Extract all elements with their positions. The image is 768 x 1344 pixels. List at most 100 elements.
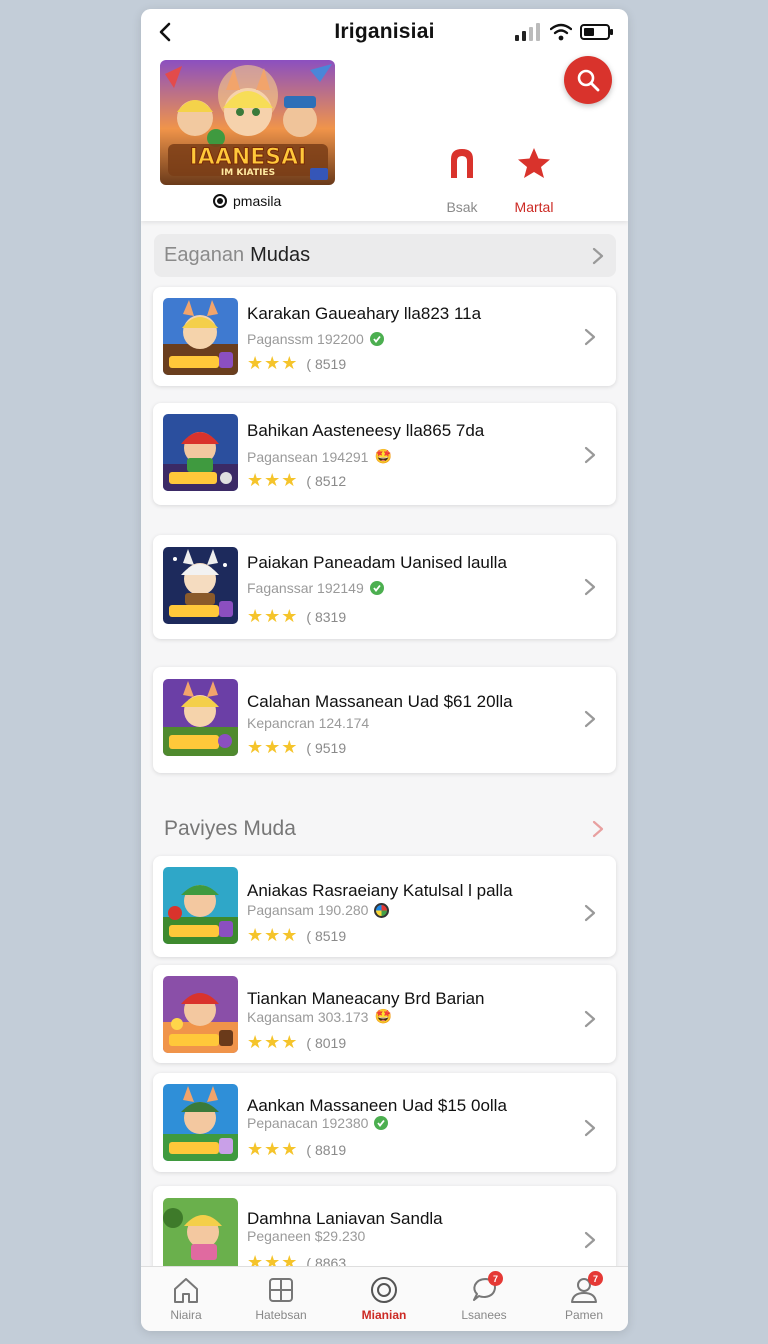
rating-count: ( 8519 (306, 355, 347, 372)
game-title: Karakan Gaueahary lla823 11a (247, 304, 482, 323)
game-subtitle: Pagansam 190.280 (247, 902, 390, 918)
featured-game-banner[interactable]: IAANESAI IM KIATIES (160, 60, 335, 185)
game-thumbnail (163, 679, 238, 756)
chevron-right-icon (592, 820, 604, 838)
nav-label: Pamen (564, 1308, 604, 1322)
bottom-navigation: Niaira Hatebsan Mianian 7 Lsanees 7 Pame… (141, 1266, 628, 1331)
game-subtitle-text: Pepanacan 192380 (247, 1115, 369, 1131)
game-title: Aniakas Rasraeiany Katulsal l palla (247, 881, 513, 900)
game-list-item[interactable]: Bahikan Aasteneesy lla865 7da Pagansean … (153, 403, 616, 505)
nav-item-home[interactable]: Niaira (141, 1275, 231, 1322)
game-thumbnail-art (163, 679, 238, 756)
game-title: Tiankan Maneacany Brd Barian (247, 989, 485, 1008)
search-icon (577, 69, 600, 92)
notification-badge: 7 (588, 1271, 603, 1286)
game-thumbnail (163, 298, 238, 375)
search-button[interactable] (564, 56, 612, 104)
battery-icon (580, 24, 613, 40)
wifi-icon (550, 23, 572, 41)
bookmark-action-label: Bsak (446, 199, 478, 215)
nav-item-chat[interactable]: 7 Lsanees (439, 1271, 529, 1322)
game-list-item[interactable]: Paiakan Paneadam Uanised laulla Faganssa… (153, 535, 616, 639)
game-subtitle-text: Faganssar 192149 (247, 580, 364, 596)
developer-label[interactable]: pmasila (213, 193, 281, 209)
game-list-item[interactable]: Karakan Gaueahary lla823 11a Paganssm 19… (153, 287, 616, 386)
bookmark-icon (451, 149, 473, 178)
emoji-badge-icon: 🤩 (374, 448, 392, 464)
game-title: Calahan Massanean Uad $61 20lla (247, 692, 513, 711)
game-subtitle: Pagansean 194291 🤩 (247, 448, 392, 465)
verified-check-icon (374, 1116, 389, 1130)
game-list-item[interactable]: Aniakas Rasraeiany Katulsal l palla Paga… (153, 856, 616, 957)
chevron-right-icon (584, 446, 596, 464)
rating-stars-icon: ★★★ (247, 925, 299, 945)
profile-icon: 7 (569, 1271, 603, 1305)
game-rating: ★★★ ( 8519 (247, 925, 346, 946)
section-header-eaganan[interactable]: Eaganan Mudas (154, 234, 616, 277)
rating-stars-icon: ★★★ (247, 1032, 299, 1052)
rating-stars-icon: ★★★ (247, 353, 299, 373)
game-subtitle-text: Peganeen $29.230 (247, 1228, 366, 1244)
game-thumbnail-art (163, 867, 238, 944)
game-subtitle: Paganssm 192200 (247, 331, 384, 347)
rating-stars-icon: ★★★ (247, 1139, 299, 1159)
app-header: Iriganisiai IAANESAI IM KIATIES pmasila … (141, 9, 628, 221)
game-title: Bahikan Aasteneesy lla865 7da (247, 421, 485, 440)
game-subtitle: Kepancran 124.174 (247, 715, 369, 731)
game-rating: ★★★ ( 8319 (247, 606, 346, 627)
game-subtitle: Peganeen $29.230 (247, 1228, 365, 1244)
section-title-strong: Mudas (250, 244, 311, 266)
game-subtitle: Faganssar 192149 (247, 580, 384, 596)
svg-text:IM KIATIES: IM KIATIES (221, 168, 275, 178)
nav-label: Hatebsan (255, 1308, 307, 1322)
game-subtitle-text: Kagansam 303.173 (247, 1008, 369, 1025)
verified-check-icon (369, 332, 384, 346)
game-rating: ★★★ ( 8819 (247, 1139, 346, 1160)
chevron-right-icon (584, 904, 596, 922)
rating-count: ( 8519 (306, 927, 347, 944)
nav-item-target[interactable]: Mianian (339, 1275, 429, 1322)
bookmark-action[interactable]: Bsak (427, 147, 497, 215)
game-subtitle: Pepanacan 192380 (247, 1115, 389, 1131)
rating-stars-icon: ★★★ (247, 606, 299, 626)
game-subtitle: Kagansam 303.173 🤩 (247, 1008, 392, 1025)
game-subtitle-text: Kepancran 124.174 (247, 715, 370, 731)
developer-logo-icon (213, 194, 227, 208)
game-thumbnail (163, 547, 238, 624)
emoji-badge-icon: 🤩 (374, 1008, 392, 1024)
chevron-right-icon (584, 1231, 596, 1249)
nav-item-grid[interactable]: Hatebsan (236, 1275, 326, 1322)
game-thumbnail (163, 1198, 238, 1275)
nav-label: Niaira (170, 1308, 202, 1322)
section-title-muted: Eaganan (164, 244, 245, 266)
favorite-action[interactable]: Martal (499, 147, 569, 215)
game-list-item[interactable]: Tiankan Maneacany Brd Barian Kagansam 30… (153, 965, 616, 1063)
game-thumbnail (163, 414, 238, 491)
chat-icon: 7 (469, 1271, 503, 1305)
game-list-item[interactable]: Aankan Massaneen Uad $15 0olla Pepanacan… (153, 1073, 616, 1172)
home-icon (171, 1275, 201, 1305)
phone-screen: Iriganisiai IAANESAI IM KIATIES pmasila … (141, 9, 628, 1331)
rating-count: ( 8319 (306, 608, 347, 625)
game-thumbnail-art (163, 976, 238, 1053)
chevron-right-icon (584, 328, 596, 346)
game-rating: ★★★ ( 8512 (247, 470, 346, 491)
section-header-paviyes[interactable]: Paviyes Muda (154, 807, 616, 850)
game-thumbnail-art (163, 547, 238, 624)
globe-badge-icon (374, 902, 390, 918)
game-thumbnail-art (163, 1198, 238, 1275)
game-rating: ★★★ ( 8019 (247, 1032, 346, 1053)
chevron-right-icon (584, 710, 596, 728)
game-thumbnail-art (163, 1084, 238, 1161)
banner-artwork: IAANESAI IM KIATIES (160, 60, 335, 185)
developer-name: pmasila (233, 193, 282, 209)
nav-item-profile[interactable]: 7 Pamen (539, 1271, 628, 1322)
notification-badge: 7 (488, 1271, 503, 1286)
rating-count: ( 9519 (306, 739, 347, 756)
game-thumbnail (163, 976, 238, 1053)
game-subtitle-text: Pagansam 190.280 (247, 902, 369, 918)
game-subtitle-text: Pagansean 194291 (247, 448, 369, 465)
signal-icon (515, 23, 540, 41)
game-list-item[interactable]: Calahan Massanean Uad $61 20lla Kepancra… (153, 667, 616, 773)
nav-label: Lsanees (461, 1308, 507, 1322)
